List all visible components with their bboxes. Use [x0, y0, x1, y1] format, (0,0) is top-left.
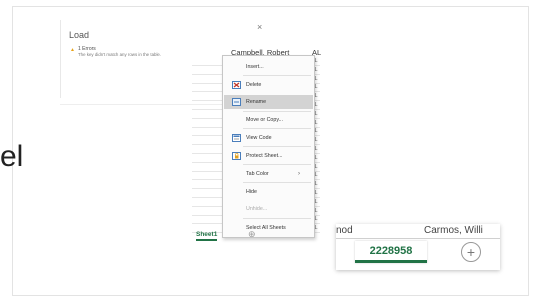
menu-item-label: Delete [246, 82, 262, 88]
menu-separator [243, 128, 311, 129]
menu-separator [243, 164, 311, 165]
menu-separator [243, 182, 311, 183]
delete-sheet-icon [232, 81, 241, 89]
menu-item-label: Unhide... [246, 206, 268, 212]
menu-separator [243, 75, 311, 76]
menu-item-view-code[interactable]: View Code [224, 131, 313, 145]
menu-item-label: Move or Copy... [246, 117, 283, 123]
close-icon[interactable]: × [257, 22, 262, 32]
zoom-cell-name: Carmos, Willi [424, 225, 483, 236]
tab-2228958[interactable]: 2228958 [355, 241, 427, 263]
menu-item-unhide: Unhide... [224, 202, 313, 216]
chevron-right-icon: › [298, 171, 300, 177]
load-panel-title: Load [69, 30, 90, 40]
menu-item-label: Hide [246, 189, 257, 195]
add-sheet-icon[interactable]: ⊕ [248, 229, 256, 240]
sheet-context-menu: Insert... Delete Rename Move or Copy... … [222, 55, 315, 238]
rename-sheet-icon [232, 98, 241, 106]
tab-label: 2228958 [369, 245, 413, 257]
zoom-divider [336, 238, 500, 239]
menu-item-move-or-copy[interactable]: Move or Copy... [224, 113, 313, 127]
menu-item-tab-color[interactable]: Tab Color › [224, 167, 313, 181]
zoom-cell-text: nod [336, 225, 353, 236]
view-code-icon [232, 134, 241, 142]
menu-item-label: Protect Sheet... [246, 153, 283, 159]
panel-divider [60, 20, 61, 98]
error-message: The key didn't match any rows in the tab… [78, 52, 162, 57]
menu-item-hide[interactable]: Hide [224, 185, 313, 199]
warning-icon: ▲ [70, 47, 75, 53]
plus-icon: + [466, 244, 476, 260]
menu-separator [243, 111, 311, 112]
menu-item-label: Tab Color [246, 171, 269, 177]
menu-item-label: Rename [246, 99, 267, 105]
menu-item-protect-sheet[interactable]: Protect Sheet... [224, 149, 313, 163]
menu-item-label: Insert... [246, 64, 264, 70]
tab-sheet1[interactable]: Sheet1 [196, 231, 218, 241]
menu-separator [243, 218, 311, 219]
menu-item-insert[interactable]: Insert... [224, 60, 313, 74]
new-sheet-icon[interactable]: + [461, 242, 481, 262]
protect-sheet-icon [232, 152, 241, 160]
menu-item-delete[interactable]: Delete [224, 78, 313, 92]
menu-separator [243, 146, 311, 147]
menu-item-select-all-sheets[interactable]: Select All Sheets [224, 221, 313, 235]
clipped-label: el [0, 140, 24, 173]
menu-item-label: View Code [246, 135, 272, 141]
menu-item-rename[interactable]: Rename [224, 95, 313, 109]
